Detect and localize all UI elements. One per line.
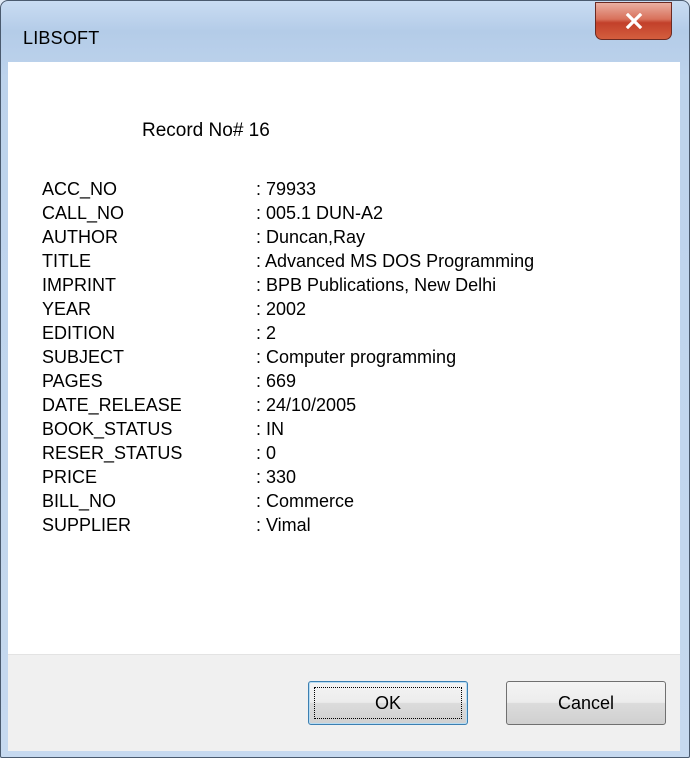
field-label: IMPRINT [42,275,116,295]
cancel-button-label: Cancel [557,692,615,713]
field-value: : IN [256,419,285,439]
window-title: LIBSOFT [23,28,100,48]
field-value: : BPB Publications, New Delhi [256,275,497,295]
record-number: Record No# 16 [142,120,270,141]
field-value: : Advanced MS DOS Programming [256,251,535,271]
close-icon [625,13,642,29]
field-value: : Computer programming [256,347,457,367]
field-label: BILL_NO [42,491,117,511]
field-value: : Commerce [256,491,355,511]
field-label: DATE_RELEASE [42,395,182,415]
title-bar[interactable]: LIBSOFT [1,1,689,63]
ok-button-label: OK [374,692,401,713]
field-label: BOOK_STATUS [42,419,173,439]
field-label: YEAR [42,299,92,319]
field-value: : Vimal [256,515,311,535]
field-value: : 330 [256,467,297,487]
ok-button[interactable]: OK [308,681,468,725]
field-value: : 0 [256,443,277,463]
field-value: : 2002 [256,299,307,319]
field-value: : 005.1 DUN-A2 [256,203,384,223]
field-label: CALL_NO [42,203,125,223]
field-value: : 79933 [256,179,317,199]
field-label: SUPPLIER [42,515,132,535]
close-button[interactable] [595,2,672,40]
field-value: : Duncan,Ray [256,227,366,247]
field-label: PRICE [42,467,98,487]
field-label: SUBJECT [42,347,125,367]
field-label: EDITION [42,323,116,343]
field-value: : 24/10/2005 [256,395,357,415]
cancel-button[interactable]: Cancel [506,681,666,725]
field-label: TITLE [42,251,92,271]
field-value: : 2 [256,323,277,343]
field-label: PAGES [42,371,103,391]
field-label: RESER_STATUS [42,443,183,463]
field-value: : 669 [256,371,297,391]
field-label: AUTHOR [42,227,118,247]
field-label: ACC_NO [42,179,118,199]
